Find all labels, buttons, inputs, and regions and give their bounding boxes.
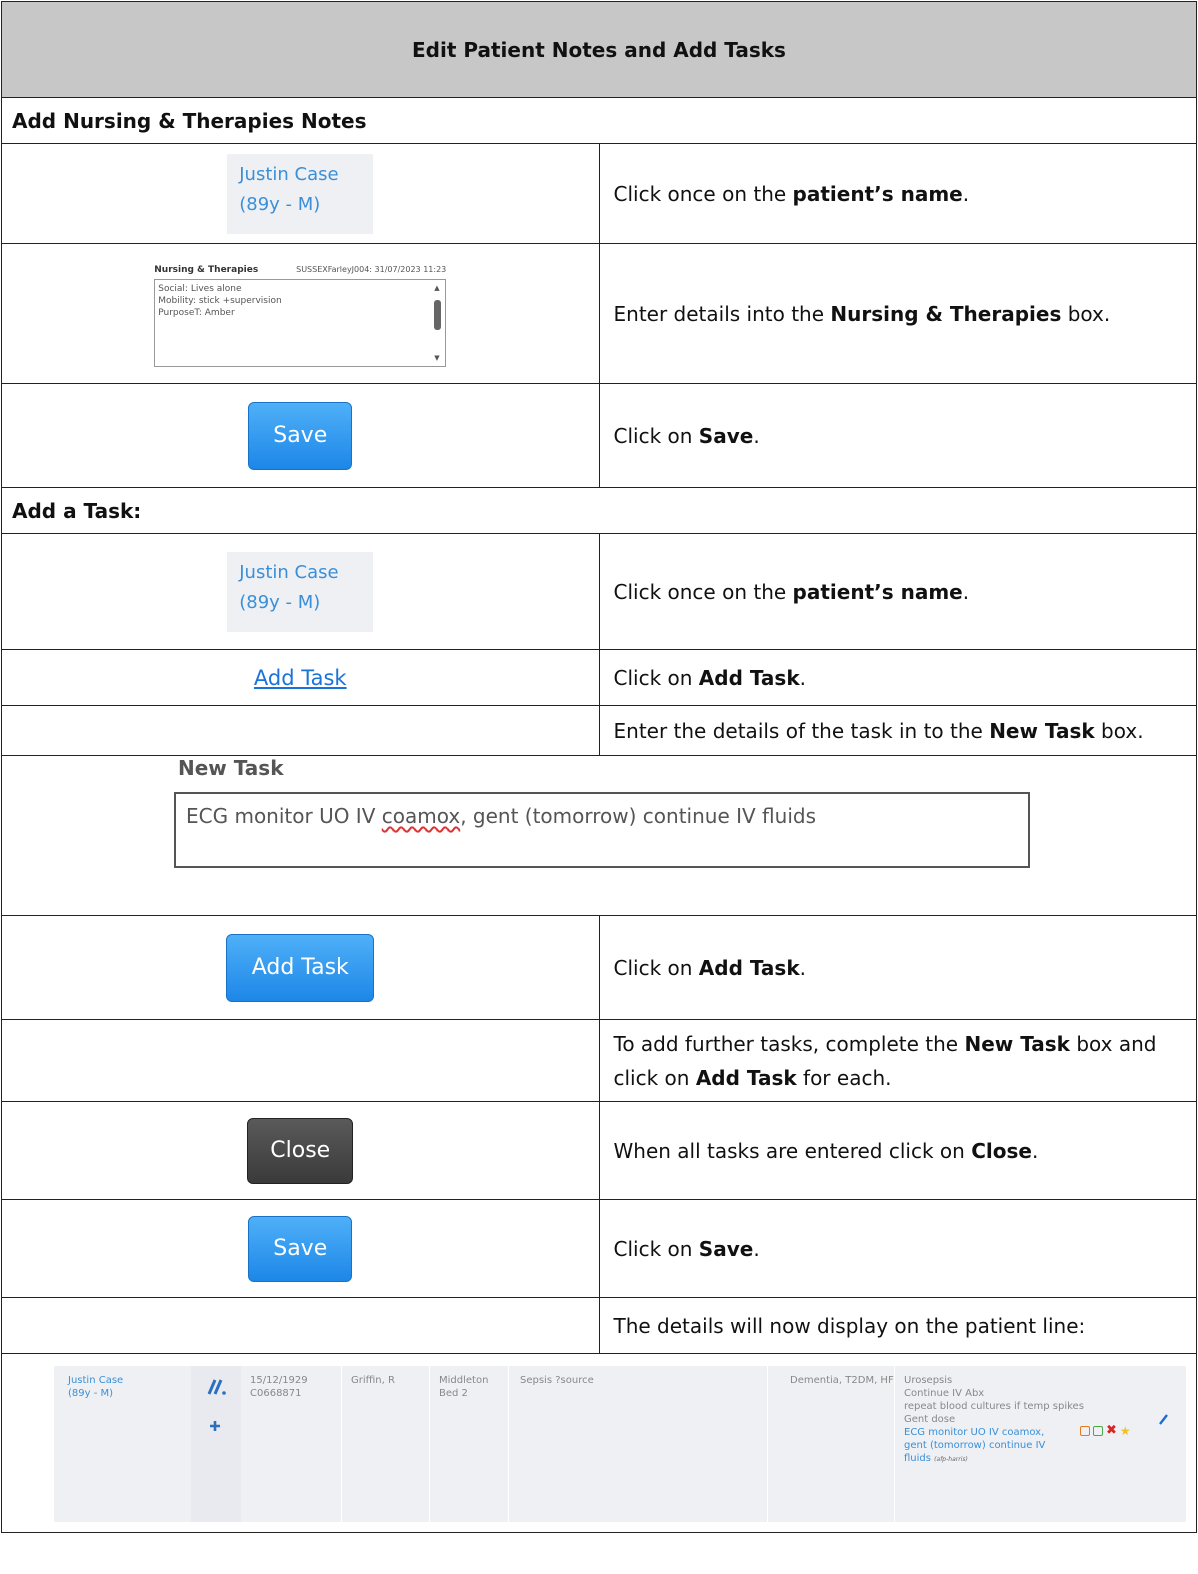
step-add-further-tasks: To add further tasks, complete the New T… xyxy=(598,1019,1197,1102)
close-button[interactable]: Close xyxy=(247,1117,354,1184)
step-enter-nursing-details: Enter details into the Nursing & Therapi… xyxy=(598,243,1197,384)
task-delete-icon[interactable]: ✖ xyxy=(1106,1424,1117,1437)
scroll-down-icon[interactable]: ▼ xyxy=(434,352,439,364)
pl-plan-line: Continue IV Abx xyxy=(904,1388,985,1399)
step-click-patient-name: Click once on the patient’s name. xyxy=(598,143,1197,244)
section-heading-notes: Add Nursing & Therapies Notes xyxy=(1,97,1197,144)
pl-task-line: fluids xyxy=(904,1453,931,1464)
pl-pmh: Dementia, T2DM, HF xyxy=(790,1375,894,1386)
patient-name-image[interactable]: Justin Case (89y - M) xyxy=(227,551,374,632)
add-task-link[interactable]: Add Task xyxy=(254,666,347,690)
scroll-up-icon[interactable]: ▲ xyxy=(434,282,439,294)
pl-dob: 15/12/1929 xyxy=(250,1375,308,1386)
pl-task-author: (afp-harris) xyxy=(934,1456,968,1463)
pl-plan-line: Gent dose xyxy=(904,1414,956,1425)
notes-line: Social: Lives alone xyxy=(158,283,242,294)
step-click-save: Click on Save. xyxy=(598,383,1197,488)
page-title: Edit Patient Notes and Add Tasks xyxy=(1,1,1197,98)
save-button[interactable]: Save xyxy=(248,401,353,470)
pl-patient-age-sex: (89y - M) xyxy=(68,1388,114,1399)
task-status-green-icon[interactable] xyxy=(1093,1426,1103,1436)
add-icon[interactable] xyxy=(209,1420,221,1432)
pl-patient-name: Justin Case xyxy=(68,1375,124,1386)
nursing-therapies-textarea[interactable]: Social: Lives alone Mobility: stick +sup… xyxy=(154,278,447,367)
step-click-close: When all tasks are entered click on Clos… xyxy=(598,1101,1197,1200)
notes-scrollbar[interactable]: ▲ ▼ xyxy=(433,282,442,364)
patient-line: Justin Case (89y - M) 15/12/1929 C066887… xyxy=(54,1366,1186,1522)
pl-bed: Bed 2 xyxy=(439,1388,468,1399)
step-click-patient-name-2: Click once on the patient’s name. xyxy=(598,533,1197,650)
task-star-icon[interactable]: ★ xyxy=(1120,1425,1131,1437)
pl-task-line: gent (tomorrow) continue IV xyxy=(904,1440,1046,1451)
pl-id: C0668871 xyxy=(250,1388,302,1399)
pencil-icon[interactable] xyxy=(1158,1413,1168,1425)
nursing-therapies-meta: SUSSEXFarleyJ004: 31/07/2023 11:23 xyxy=(296,264,447,274)
nursing-therapies-box[interactable]: Nursing & Therapies SUSSEXFarleyJ004: 31… xyxy=(154,264,447,367)
scroll-thumb[interactable] xyxy=(434,299,442,330)
step-click-save-2: Click on Save. xyxy=(598,1199,1197,1298)
notes-line: PurposeT: Amber xyxy=(158,307,235,318)
patient-name: Justin Case xyxy=(239,163,339,185)
task-status-amber-icon[interactable] xyxy=(1080,1426,1090,1436)
pl-diagnosis: Sepsis ?source xyxy=(520,1375,594,1386)
pl-task-line: ECG monitor UO IV coamox, xyxy=(904,1427,1045,1438)
pl-icon-column xyxy=(191,1366,241,1522)
patient-name-image[interactable]: Justin Case (89y - M) xyxy=(227,153,374,234)
step-click-add-task-link: Click on Add Task. xyxy=(598,649,1197,706)
patient-age-sex: (89y - M) xyxy=(239,591,321,613)
section-heading-add-task: Add a Task: xyxy=(1,487,1197,534)
pl-plan-line: repeat blood cultures if temp spikes xyxy=(904,1401,1084,1412)
step-details-display: The details will now display on the pati… xyxy=(598,1297,1197,1354)
pl-consultant: Griffin, R xyxy=(351,1375,395,1386)
step-enter-task-details: Enter the details of the task in to the … xyxy=(598,705,1197,756)
new-task-label: New Task xyxy=(178,756,284,780)
step-click-add-task-button: Click on Add Task. xyxy=(598,915,1197,1020)
notes-line: Mobility: stick +supervision xyxy=(158,295,282,306)
new-task-input[interactable]: ECG monitor UO IV coamox, gent (tomorrow… xyxy=(174,792,1030,868)
patient-name: Justin Case xyxy=(239,561,339,583)
add-task-button[interactable]: Add Task xyxy=(226,933,375,1002)
edit-notes-icon[interactable] xyxy=(205,1378,227,1396)
pl-ward: Middleton xyxy=(439,1375,489,1386)
nursing-therapies-title: Nursing & Therapies xyxy=(154,264,259,275)
pl-plan-line: Urosepsis xyxy=(904,1375,953,1386)
pl-patient-name-cell[interactable]: Justin Case (89y - M) xyxy=(68,1374,123,1400)
save-button-2[interactable]: Save xyxy=(248,1215,353,1282)
patient-age-sex: (89y - M) xyxy=(239,193,321,215)
